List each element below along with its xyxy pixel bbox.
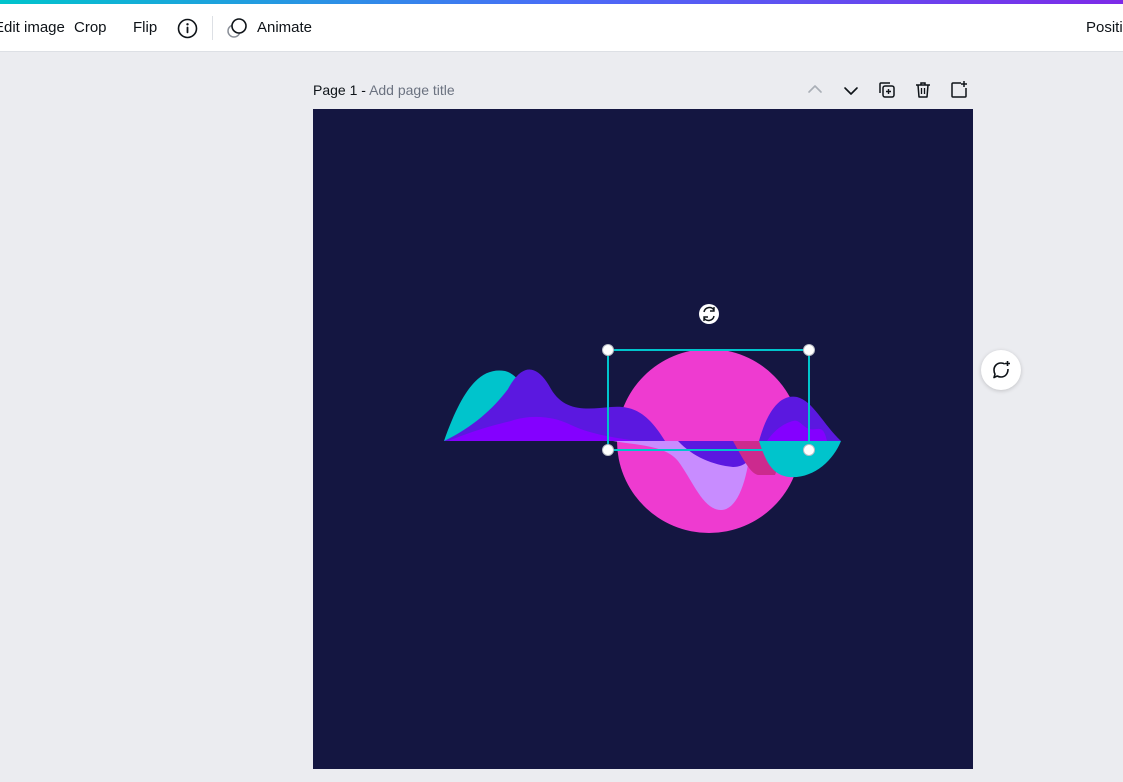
page-title[interactable]: Page 1 - Add page title: [313, 82, 455, 98]
resize-handle-bottom-right: [803, 444, 815, 456]
page-title-placeholder[interactable]: Add page title: [369, 82, 455, 98]
resize-handle-bottom-left: [602, 444, 614, 456]
resize-handle-top-left: [602, 344, 614, 356]
wave-sunset-graphic[interactable]: [313, 109, 973, 769]
chevron-up-icon[interactable]: [805, 80, 825, 100]
resize-handle-top-right: [803, 344, 815, 356]
add-comment-button[interactable]: [981, 350, 1021, 390]
crop-button[interactable]: Crop: [74, 4, 107, 52]
animate-button[interactable]: Animate: [257, 4, 312, 52]
editor-toolbar: Edit image Crop Flip Animate Position: [0, 4, 1123, 52]
add-comment-icon: [993, 361, 1010, 379]
add-page-icon[interactable]: [949, 80, 969, 100]
position-button[interactable]: Position: [1086, 4, 1123, 52]
page-number-label: Page 1 -: [313, 82, 366, 98]
duplicate-page-icon[interactable]: [877, 80, 897, 100]
chevron-down-icon[interactable]: [841, 80, 861, 100]
flip-button[interactable]: Flip: [133, 4, 157, 52]
trash-icon[interactable]: [913, 80, 933, 100]
info-icon[interactable]: [177, 18, 198, 39]
toolbar-divider: [212, 16, 213, 40]
edit-image-button[interactable]: Edit image: [0, 4, 65, 52]
page-header: Page 1 - Add page title: [313, 80, 973, 102]
design-canvas[interactable]: [313, 109, 973, 769]
animate-icon[interactable]: [226, 17, 248, 39]
